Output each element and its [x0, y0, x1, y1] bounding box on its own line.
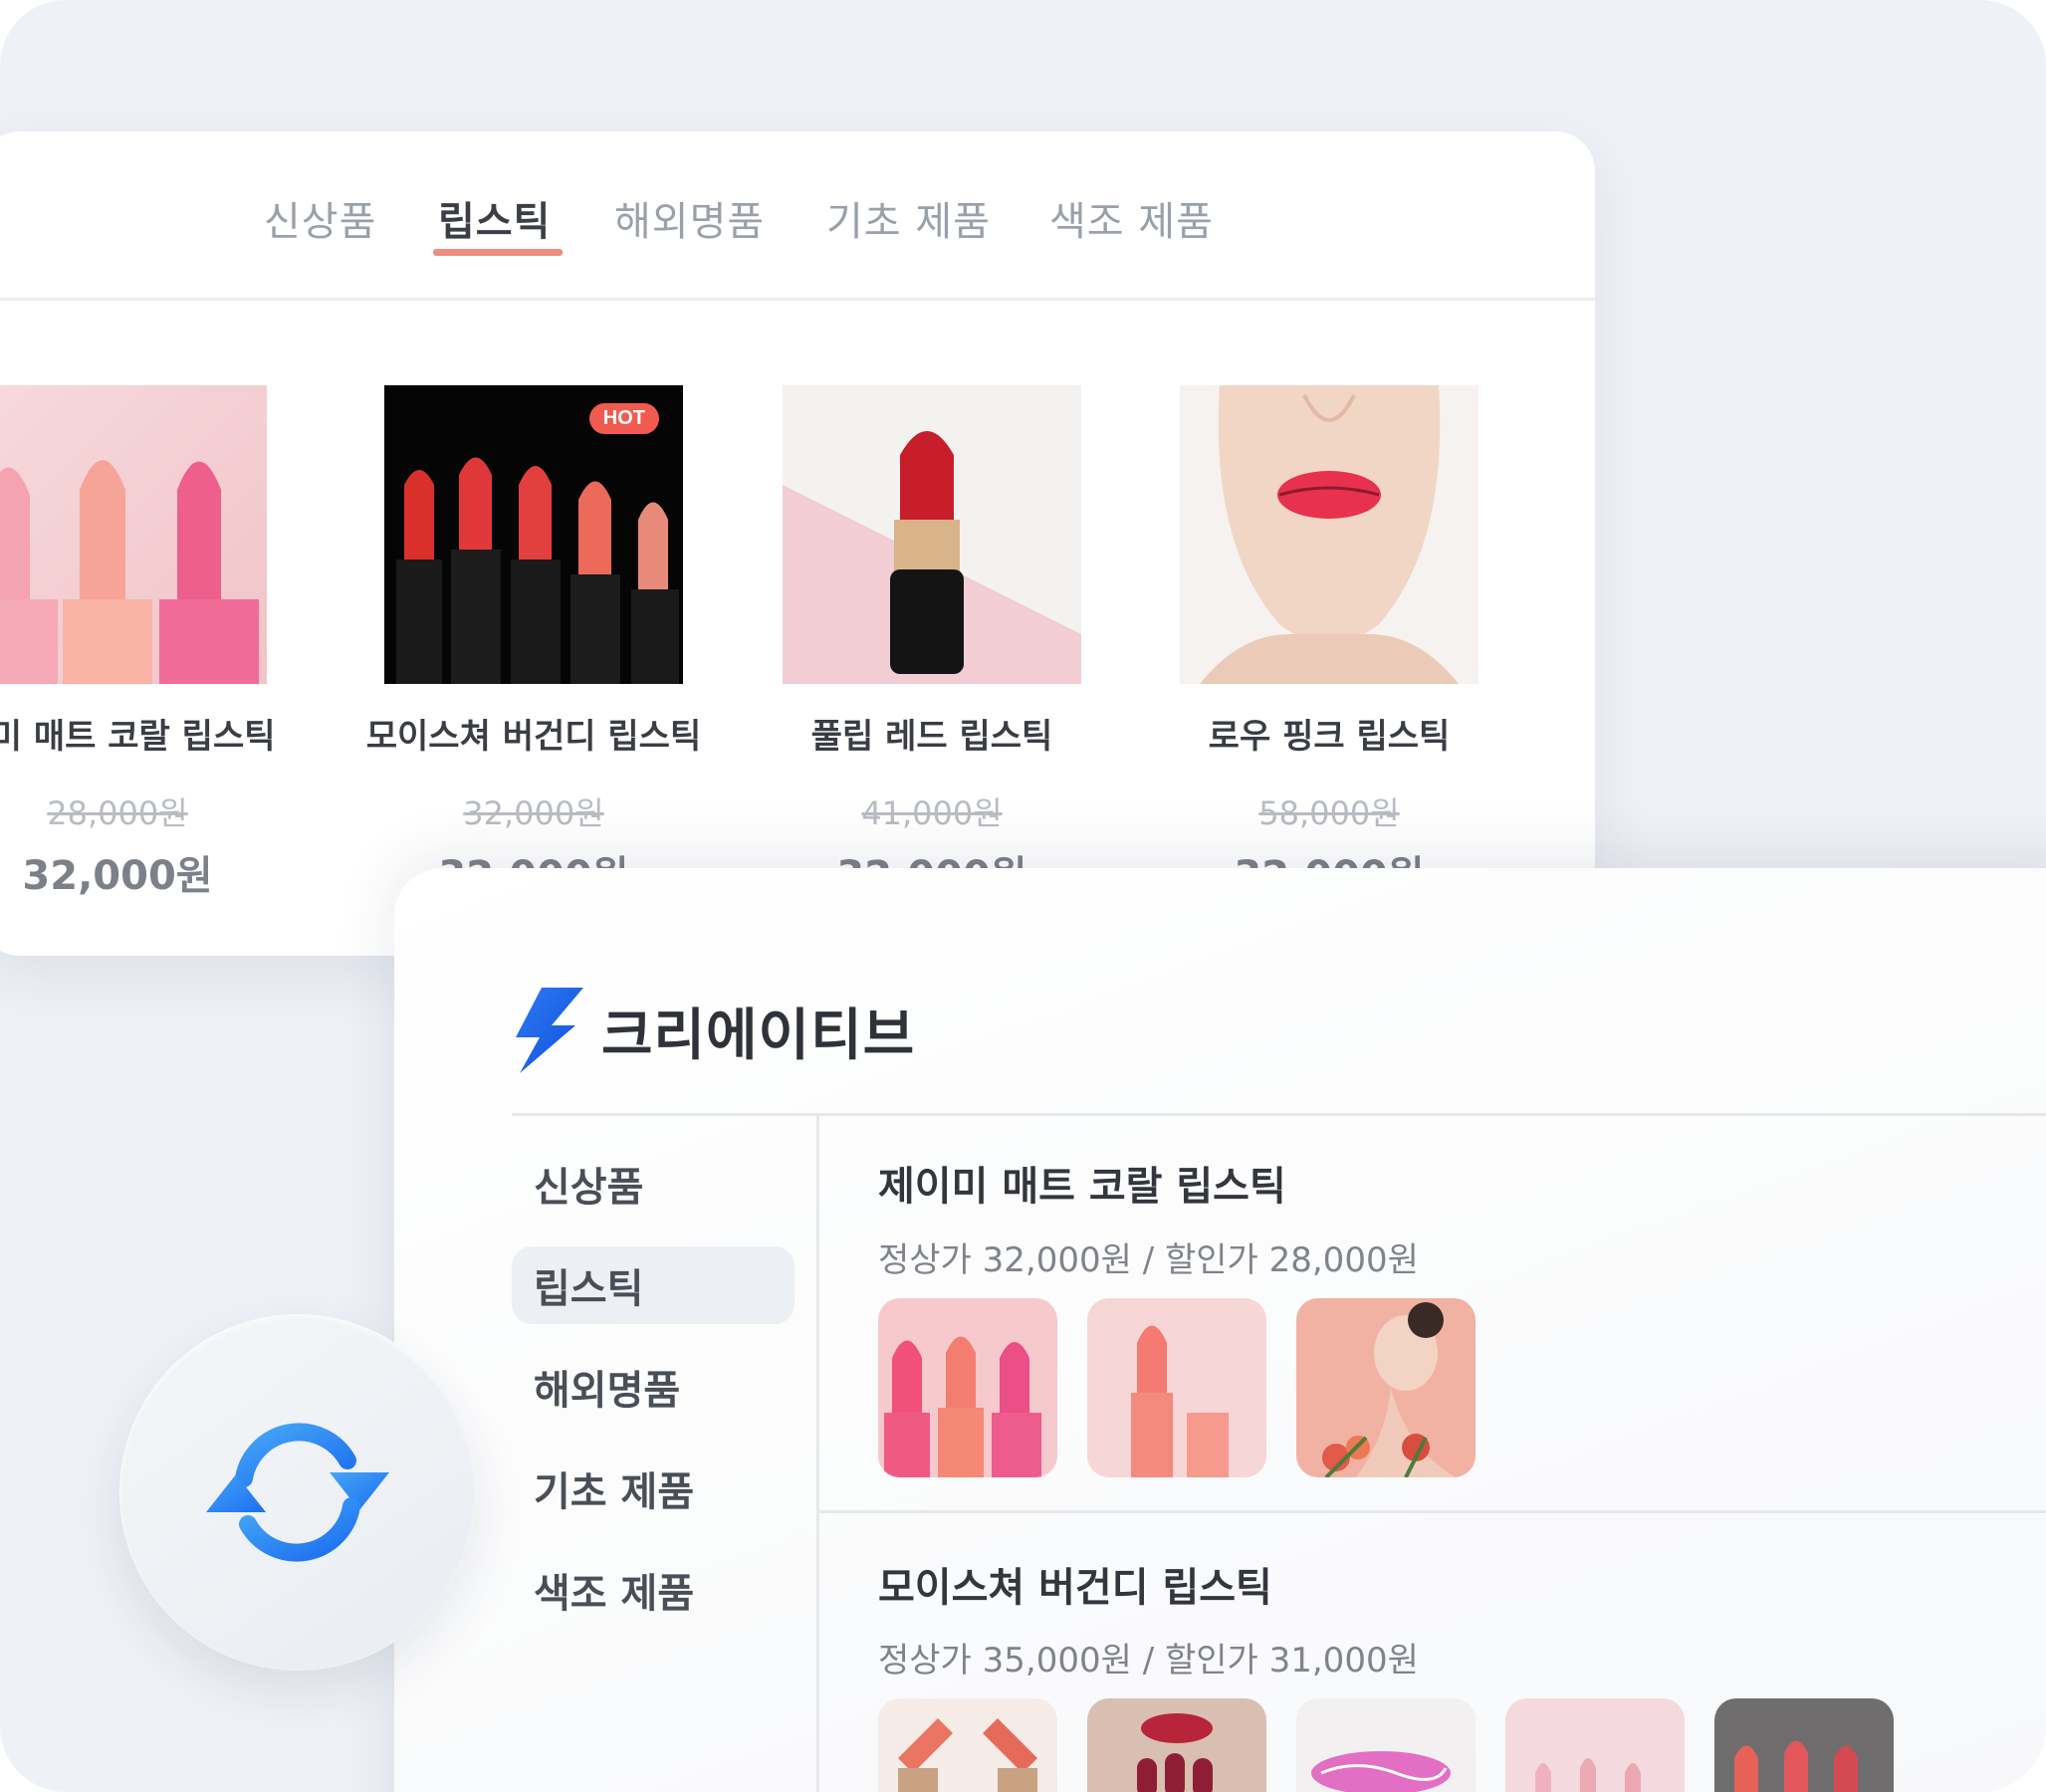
product-section-price: 정상가 35,000원 / 할인가 31,000원	[878, 1641, 1419, 1680]
product-section-title: 모이스쳐 버건디 립스틱	[878, 1565, 1272, 1611]
product-image-row	[878, 1298, 1476, 1477]
tab-lipstick[interactable]: 립스틱	[438, 189, 551, 247]
category-tabs: 신상품 립스틱 해외명품 기초 제품 색조 제품	[0, 131, 1595, 301]
product-section-price: 정상가 32,000원 / 할인가 28,000원	[878, 1240, 1419, 1280]
active-tab-indicator	[433, 249, 563, 256]
brand-name: 크리에이티브	[601, 1003, 916, 1068]
product-sale-price: 32,000원	[22, 853, 213, 899]
product-name: 이미 매트 코랄 립스틱	[0, 717, 276, 757]
section-divider	[819, 1510, 2046, 1513]
product-original-price: 32,000원	[463, 794, 604, 832]
product-card[interactable]: 풀립 레드 립스틱 41,000원 32,000원	[783, 385, 1081, 899]
tab-skincare[interactable]: 기초 제품	[826, 189, 991, 247]
admin-panel-card: 크리에이티브 신상품 립스틱 해외명품 기초 제품 색조 제품 제이미 매트 코…	[394, 868, 2046, 1792]
product-image-row	[878, 1698, 1894, 1792]
product-thumbnail[interactable]	[878, 1298, 1057, 1477]
product-card[interactable]: 로우 핑크 립스틱 58,000원 32,000원	[1180, 385, 1478, 899]
product-thumbnail[interactable]	[1296, 1298, 1476, 1477]
sync-button[interactable]	[119, 1314, 476, 1671]
product-original-price: 41,000원	[861, 794, 1003, 832]
hot-badge: HOT	[588, 403, 659, 434]
product-thumbnail[interactable]	[1087, 1298, 1266, 1477]
sidebar-divider	[816, 1116, 819, 1792]
sidebar-item-makeup[interactable]: 색조 제품	[512, 1551, 795, 1629]
lightning-bolt-icon	[516, 988, 583, 1073]
sidebar-item-lipstick[interactable]: 립스틱	[512, 1246, 795, 1324]
product-card[interactable]: 이미 매트 코랄 립스틱 28,000원 32,000원	[0, 385, 276, 899]
sidebar-item-new-products[interactable]: 신상품	[512, 1145, 795, 1223]
product-thumbnail[interactable]	[1087, 1698, 1266, 1792]
product-thumbnail[interactable]	[1505, 1698, 1685, 1792]
product-image	[783, 385, 1081, 684]
product-thumbnail[interactable]	[1714, 1698, 1894, 1792]
product-name: 모이스쳐 버건디 립스틱	[365, 717, 702, 757]
product-image: HOT	[384, 385, 683, 684]
product-original-price: 58,000원	[1258, 794, 1400, 832]
tab-new-products[interactable]: 신상품	[264, 189, 376, 247]
product-card[interactable]: HOT 모이스쳐 버건디 립스틱 32,000원 32,000원	[366, 385, 701, 899]
canvas: 신상품 립스틱 해외명품 기초 제품 색조 제품 미 매트 코랄 립스틱 28,…	[0, 0, 2046, 1792]
header-divider	[512, 1113, 2046, 1116]
tab-luxury[interactable]: 해외명품	[614, 189, 765, 247]
sidebar-item-skincare[interactable]: 기초 제품	[512, 1450, 795, 1527]
product-original-price: 28,000원	[47, 794, 188, 832]
product-thumbnail[interactable]	[878, 1698, 1057, 1792]
product-name: 로우 핑크 립스틱	[1208, 717, 1451, 757]
sync-arrows-icon	[206, 1423, 389, 1562]
product-section-title: 제이미 매트 코랄 립스틱	[878, 1164, 1286, 1210]
sidebar-item-luxury[interactable]: 해외명품	[512, 1348, 795, 1426]
tab-makeup[interactable]: 색조 제품	[1049, 189, 1214, 247]
brand-header: 크리에이티브	[512, 986, 915, 1075]
shop-preview-card: 신상품 립스틱 해외명품 기초 제품 색조 제품 미 매트 코랄 립스틱 28,…	[0, 131, 1595, 956]
product-image	[0, 385, 267, 684]
product-name: 풀립 레드 립스틱	[810, 717, 1053, 757]
product-image	[1180, 385, 1478, 684]
product-thumbnail[interactable]	[1296, 1698, 1476, 1792]
